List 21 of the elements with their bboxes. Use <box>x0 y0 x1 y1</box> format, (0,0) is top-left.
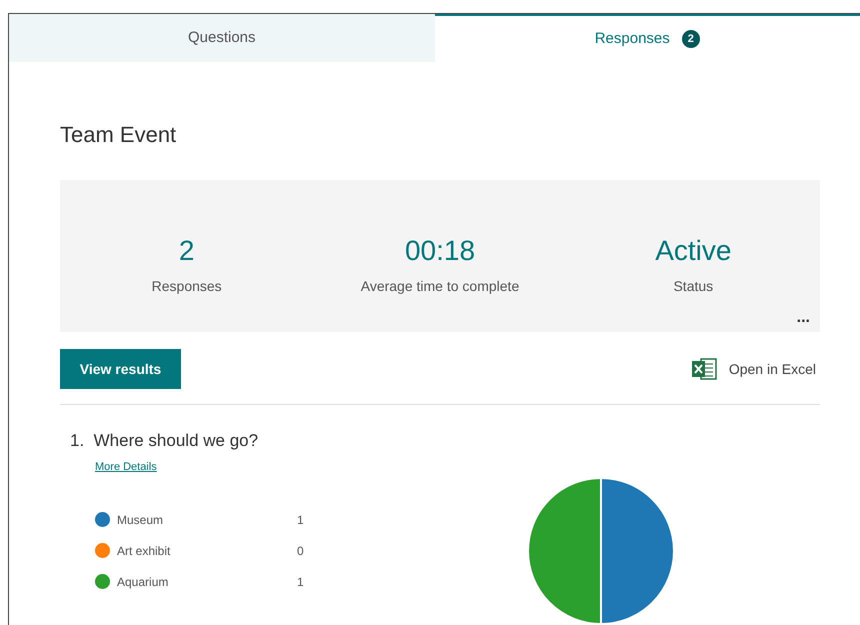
open-in-excel-button[interactable]: Open in Excel <box>690 357 816 381</box>
stat-value: Active <box>655 234 732 268</box>
form-title: Team Event <box>60 121 178 148</box>
legend-label: Art exhibit <box>117 542 172 560</box>
legend-count: 0 <box>297 542 304 560</box>
view-results-button[interactable]: View results <box>60 349 181 389</box>
stat-value: 2 <box>178 234 194 268</box>
stat-value: 00:18 <box>404 234 476 268</box>
stat-label: Status <box>673 276 714 296</box>
spreadsheet-icon <box>690 357 717 381</box>
legend-label: Aquarium <box>117 574 170 590</box>
count-badge: 2 <box>682 30 700 48</box>
legend-count: 1 <box>297 574 304 590</box>
more-button[interactable]: ... <box>796 310 810 326</box>
question-title: 1. Where should we go? <box>69 430 260 452</box>
legend-count: 1 <box>297 512 304 528</box>
more-details-link[interactable]: More Details <box>95 460 157 472</box>
stat-label: Average time to complete <box>360 276 520 296</box>
legend-label: Museum <box>117 512 164 528</box>
stat-label: Responses <box>152 276 222 296</box>
tab[interactable]: Questions <box>9 14 434 62</box>
